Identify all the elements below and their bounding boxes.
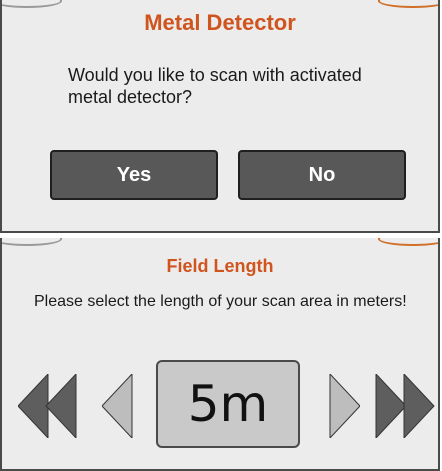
- skip-to-last-icon[interactable]: [374, 374, 436, 438]
- dialog-title: Metal Detector: [144, 10, 296, 35]
- dialog-question: Would you like to scan with activated me…: [68, 65, 362, 107]
- corner-decoration: [378, 238, 438, 246]
- yes-button[interactable]: Yes: [50, 150, 218, 200]
- field-length-value: 5m: [156, 360, 300, 448]
- corner-decoration: [2, 238, 62, 246]
- corner-decoration: [2, 0, 62, 8]
- dialog-title: Field Length: [166, 256, 274, 276]
- decrease-arrow-icon[interactable]: [102, 374, 134, 438]
- corner-decoration: [378, 0, 438, 8]
- no-button[interactable]: No: [238, 150, 406, 200]
- field-length-dialog: Field Length Please select the length of…: [0, 238, 440, 471]
- increase-arrow-icon[interactable]: [328, 374, 360, 438]
- dialog-description: Please select the length of your scan ar…: [34, 293, 407, 310]
- skip-to-first-icon[interactable]: [18, 374, 88, 438]
- metal-detector-dialog: Metal Detector Would you like to scan wi…: [0, 0, 440, 233]
